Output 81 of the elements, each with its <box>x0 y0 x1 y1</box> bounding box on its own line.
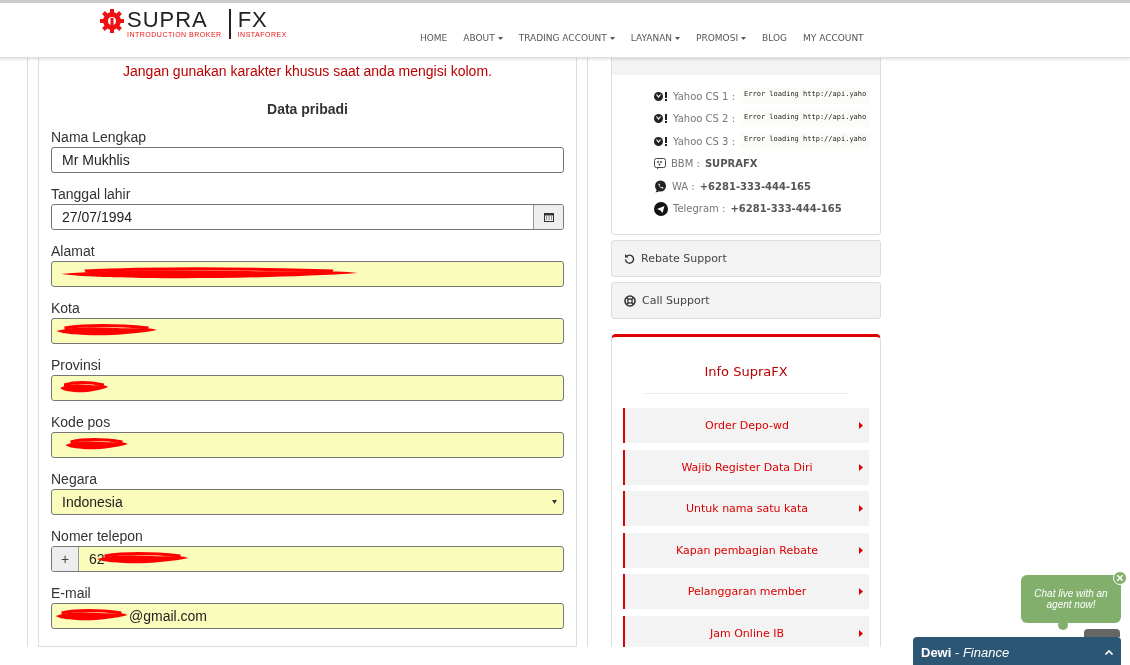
caret-right-icon <box>859 505 863 512</box>
section-title: Data pribadi <box>266 101 349 117</box>
contact-value: SUPRAFX <box>704 158 758 170</box>
contact-label: BBM : <box>671 158 700 170</box>
caret-right-icon <box>859 588 863 595</box>
close-button[interactable] <box>1113 571 1127 585</box>
field-value: Mr Mukhlis <box>61 152 130 168</box>
info-title: Info SupraFX <box>643 337 849 394</box>
caret-right-icon <box>859 422 863 429</box>
info-link[interactable]: Pelanggaran member <box>623 574 869 609</box>
rotate-icon <box>624 253 635 264</box>
nav-link[interactable]: PROMOSI <box>688 33 755 43</box>
contact-label: WA : <box>672 180 695 192</box>
country-select[interactable]: Indonesia <box>51 489 564 515</box>
form-notice: Jangan gunakan karakter khusus saat anda mengisi kolom. <box>122 63 493 79</box>
chat-bar[interactable]: Dewi - Finance <box>913 637 1121 665</box>
phone-bubble-icon <box>654 179 667 193</box>
nav-link[interactable]: TRADING ACCOUNT <box>510 33 623 43</box>
yahoo-icon <box>654 114 668 124</box>
dropdown-caret-icon <box>552 500 557 504</box>
gear-logo-icon <box>100 9 124 33</box>
nav-link[interactable]: BLOG <box>754 33 795 43</box>
field-label: Nama Lengkap <box>51 129 147 145</box>
input-field[interactable]: + 62 <box>51 546 564 572</box>
nav-link[interactable]: HOME <box>412 33 456 43</box>
caret-down-icon <box>497 36 503 40</box>
info-link[interactable]: Order Depo-wd <box>623 408 869 443</box>
field-label: Negara <box>51 471 98 487</box>
field-label: Kode pos <box>51 414 112 430</box>
nav-link[interactable]: ABOUT <box>455 33 511 43</box>
bubble-tail-dot <box>1058 620 1068 630</box>
calendar-icon <box>543 212 554 222</box>
caret-right-icon <box>859 546 863 554</box>
caret-right-icon <box>859 463 863 471</box>
field-value: 62 <box>88 551 105 567</box>
caret-right-icon <box>859 629 863 637</box>
date-field[interactable]: 27/07/1994 <box>51 204 564 230</box>
input-addon: + <box>52 547 79 571</box>
chat-tab-button[interactable] <box>1084 629 1120 637</box>
redaction-scribble <box>59 381 109 395</box>
nav-link[interactable]: LAYANAN <box>622 33 689 43</box>
contact-value: +6281-333-444-165 <box>699 180 812 192</box>
info-link[interactable]: Untuk nama satu kata <box>623 491 869 526</box>
field-label: Nomer telepon <box>51 528 144 544</box>
input-field[interactable] <box>51 375 564 401</box>
field-label: Alamat <box>51 243 96 259</box>
field-label: Tanggal lahir <box>51 186 132 202</box>
caret-down-icon <box>609 36 615 40</box>
support-button[interactable]: Rebate Support <box>611 240 881 277</box>
contact-label: Yahoo CS 2 : <box>673 113 736 125</box>
contact-label: Yahoo CS 1 : <box>673 90 736 102</box>
field-value: @gmail.com <box>129 608 207 624</box>
logo-text: FX <box>237 9 269 31</box>
field-label: Kota <box>51 300 81 316</box>
field-label: Provinsi <box>51 357 102 373</box>
support-button[interactable]: Call Support <box>611 282 881 319</box>
calendar-button[interactable] <box>533 205 563 229</box>
input-field[interactable]: Mr Mukhlis <box>51 147 564 173</box>
info-link[interactable]: Jam Online IB <box>623 615 869 647</box>
input-field[interactable] <box>51 432 564 458</box>
input-field[interactable] <box>51 261 564 287</box>
input-field[interactable] <box>51 318 564 344</box>
paper-plane-icon <box>654 201 668 216</box>
chat-bubble-icon <box>654 157 666 170</box>
yahoo-icon <box>654 136 668 146</box>
nav-link[interactable]: MY ACCOUNT <box>795 33 872 43</box>
field-value: 27/07/1994 <box>61 209 133 225</box>
close-icon <box>1117 575 1123 581</box>
contact-label: Yahoo CS 3 : <box>673 135 736 147</box>
input-field[interactable]: @gmail.com <box>51 603 564 629</box>
info-link[interactable]: Wajib Register Data Diri <box>623 449 869 485</box>
caret-up-icon <box>1105 649 1113 655</box>
info-link[interactable]: Kapan pembagian Rebate <box>623 532 869 568</box>
field-value: Indonesia <box>61 494 123 510</box>
yahoo-icon <box>654 91 668 101</box>
contact-label: Telegram : <box>673 203 726 215</box>
life-ring-icon <box>624 294 636 307</box>
redaction-scribble <box>64 438 129 452</box>
field-label: E-mail <box>51 585 92 601</box>
contact-value: +6281-333-444-165 <box>730 203 842 215</box>
logo-text: SUPRA <box>127 9 209 31</box>
